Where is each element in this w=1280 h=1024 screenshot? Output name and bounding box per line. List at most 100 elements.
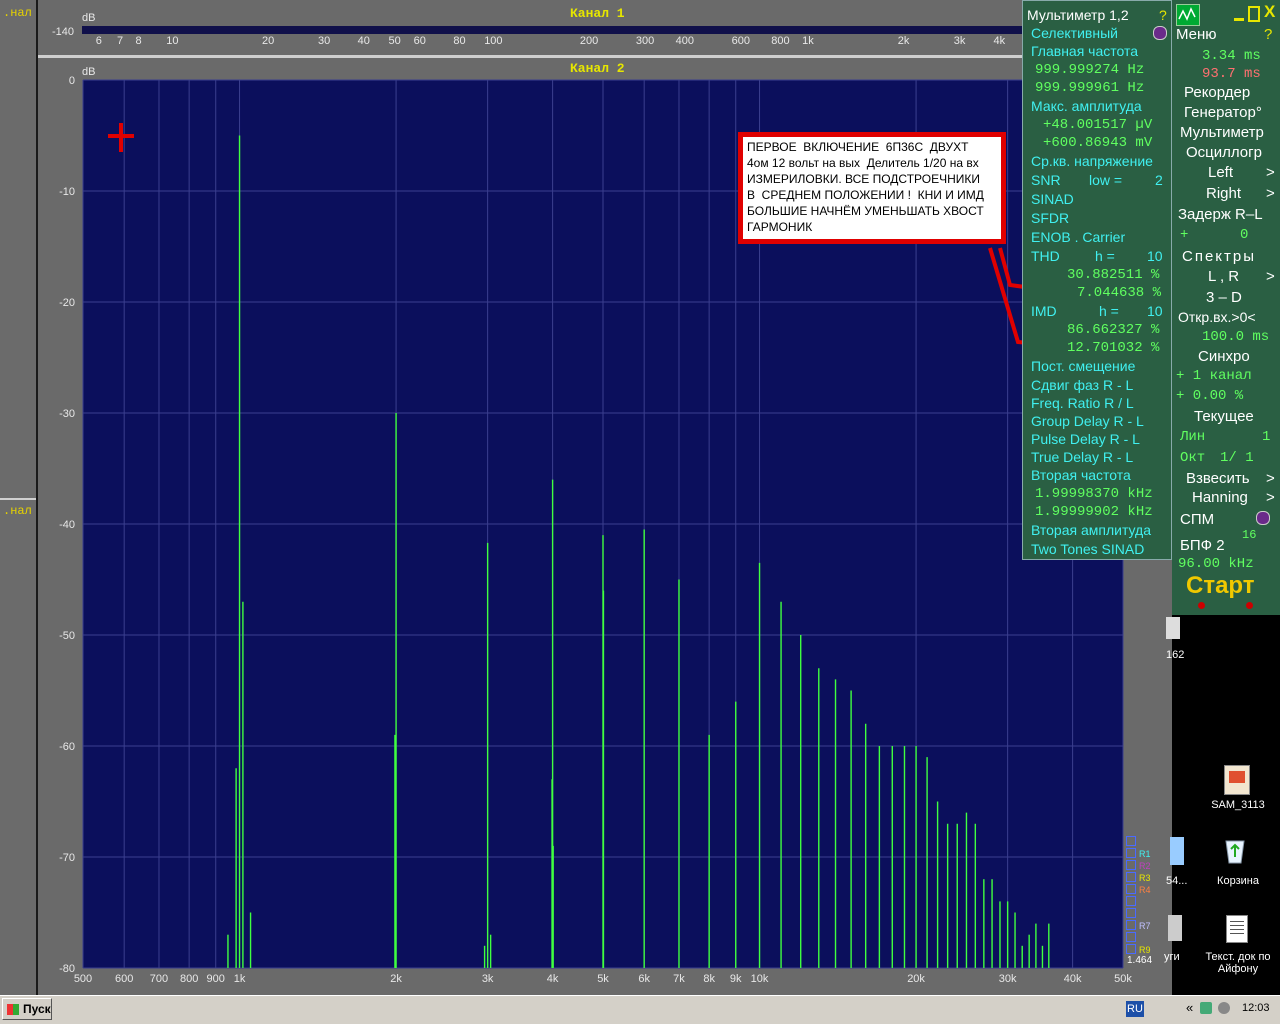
x-tick-label: 600 [115,973,133,985]
desktop-icon-4-label[interactable]: Корзина [1208,875,1268,887]
y-tick-label: -40 [59,519,75,531]
mm-main-freq-2: 999.999961 Hz [1035,80,1145,96]
mm-imd[interactable]: IMD [1031,303,1057,319]
menu-delay[interactable]: Задерж R–L [1178,206,1263,223]
mm-thd-2: 7.044638 % [1077,285,1162,301]
tray-clock[interactable]: 12:03 [1242,1002,1270,1014]
mm-two-tones[interactable]: Two Tones SINAD [1031,541,1144,557]
menu-weigh[interactable]: Взвесить [1186,470,1250,487]
menu-weigh-arrow[interactable]: > [1266,470,1275,487]
legend-checkbox[interactable] [1126,943,1136,954]
menu-button[interactable]: Меню [1176,26,1217,43]
multimeter-panel: Мультиметр 1,2 ? Селективный Главная час… [1022,0,1172,560]
tray-network-icon[interactable] [1200,1002,1212,1014]
mm-thd[interactable]: THD [1031,248,1060,264]
mm-help-button[interactable]: ? [1159,7,1167,23]
mm-snr-low: low = [1089,172,1123,188]
menu-hanning[interactable]: Hanning [1192,489,1248,506]
menu-recorder[interactable]: Рекордер [1184,84,1250,101]
x-tick-label: 4k [547,973,559,985]
maximize-icon[interactable] [1248,6,1260,22]
mm-snr[interactable]: SNR [1031,172,1061,188]
menu-oct-val: 1/ 1 [1220,450,1254,466]
desktop-icon-5-label[interactable]: уги [1164,951,1180,963]
mm-enob[interactable]: ENOB . Carrier [1031,229,1125,245]
y-axis: 0 -10 -20 -30 -40 -50 -60 -70 -80 [59,75,75,975]
menu-lin[interactable]: Лин [1180,429,1205,445]
x-tick-label: 500 [74,973,92,985]
menu-time-2: 93.7 ms [1202,66,1261,82]
menu-current[interactable]: Текущее [1194,408,1254,425]
menu-open-in[interactable]: Откр.вх.>0< [1178,309,1256,325]
desktop-icon-6-label[interactable]: Текст. док по Айфону [1200,951,1276,975]
mm-main-freq-label: Главная частота [1031,43,1139,59]
mm-mode-led[interactable] [1153,26,1167,40]
menu-help[interactable]: ? [1264,26,1272,43]
text-document-icon[interactable] [1226,915,1248,943]
menu-rate: 96.00 kHz [1178,556,1254,572]
desktop-image-icon[interactable] [1224,765,1250,795]
menu-time-1: 3.34 ms [1202,48,1261,64]
menu-sync[interactable]: Синхро [1198,348,1250,365]
desktop-app-icon[interactable] [1170,837,1184,865]
mm-pulse-delay[interactable]: Pulse Delay R - L [1031,431,1140,447]
mm-second-amp[interactable]: Вторая амплитуда [1031,522,1151,538]
menu-lr[interactable]: L , R [1208,268,1239,285]
mm-max-amp-2: +600.86943 mV [1043,135,1153,151]
desktop-icon-2-label[interactable]: SAM_3113 [1208,799,1268,811]
x-tick-label: 2k [390,973,402,985]
mm-phase-shift[interactable]: Сдвиг фаз R - L [1031,377,1133,393]
desktop-folder-icon[interactable] [1168,915,1182,941]
desktop-icon-3-label[interactable]: 54... [1166,875,1187,887]
mm-imd-2: 12.701032 % [1067,340,1160,356]
recycle-bin-icon[interactable] [1222,835,1248,865]
menu-generator[interactable]: Генератор° [1184,104,1262,121]
y-tick-label: -70 [59,852,75,864]
mm-imd-h-val: 10 [1147,303,1163,319]
menu-lr-arrow[interactable]: > [1266,268,1275,285]
menu-spectra[interactable]: Спектры [1182,248,1256,265]
desktop-file-icon[interactable] [1166,617,1180,639]
x-tick-label: 8k [703,973,715,985]
minimize-icon[interactable] [1234,18,1244,21]
mm-true-delay[interactable]: True Delay R - L [1031,449,1133,465]
language-indicator[interactable]: RU [1126,1001,1144,1017]
mm-sfdr[interactable]: SFDR [1031,210,1069,226]
tray-sound-icon[interactable] [1218,1002,1230,1014]
mm-max-amp-1: +48.001517 µV [1043,117,1153,133]
x-tick-label: 6k [638,973,650,985]
mm-freq-ratio[interactable]: Freq. Ratio R / L [1031,395,1134,411]
mm-second-freq-2: 1.99999902 kHz [1035,504,1153,520]
app-logo-icon [1176,4,1200,26]
close-button[interactable]: X [1264,2,1275,22]
menu-left-arrow[interactable]: > [1266,164,1275,181]
mm-second-freq-1: 1.99998370 kHz [1035,486,1153,502]
menu-oct[interactable]: Окт [1180,450,1205,466]
mm-mode[interactable]: Селективный [1031,25,1118,41]
mm-group-delay[interactable]: Group Delay R - L [1031,413,1144,429]
y-tick-label: -10 [59,186,75,198]
menu-right-arrow[interactable]: > [1266,185,1275,202]
menu-hanning-arrow[interactable]: > [1266,489,1275,506]
mm-dc-offset[interactable]: Пост. смещение [1031,358,1135,374]
y-tick-label: -60 [59,741,75,753]
menu-spm[interactable]: СПМ [1180,511,1214,528]
desktop-icon-1-label[interactable]: 162 [1166,649,1184,661]
spm-led[interactable] [1256,511,1270,525]
menu-left[interactable]: Left [1208,164,1233,181]
menu-3d[interactable]: 3 – D [1206,289,1242,306]
annotation-note[interactable]: ПЕРВОЕ ВКЛЮЧЕНИЕ 6П36С ДВУХТ 4ом 12 воль… [738,132,1006,244]
menu-bpf[interactable]: БПФ 2 [1180,537,1225,554]
mm-thd-h-val: 10 [1147,248,1163,264]
menu-multimeter[interactable]: Мультиметр [1180,124,1264,141]
start-button[interactable]: Старт [1186,572,1255,600]
tray-expand[interactable]: « [1186,1000,1193,1015]
start-menu-button[interactable]: Пуск [2,998,52,1020]
menu-oscillograph[interactable]: Осциллогр [1186,144,1262,161]
mm-sinad[interactable]: SINAD [1031,191,1074,207]
mm-snr-low-val: 2 [1155,172,1163,188]
mm-thd-1: 30.882511 % [1067,267,1160,283]
right-menu: X Меню ? 3.34 ms 93.7 ms Рекордер Генера… [1172,0,1280,615]
menu-right[interactable]: Right [1206,185,1241,202]
mm-rms-label: Ср.кв. напряжение [1031,153,1153,169]
